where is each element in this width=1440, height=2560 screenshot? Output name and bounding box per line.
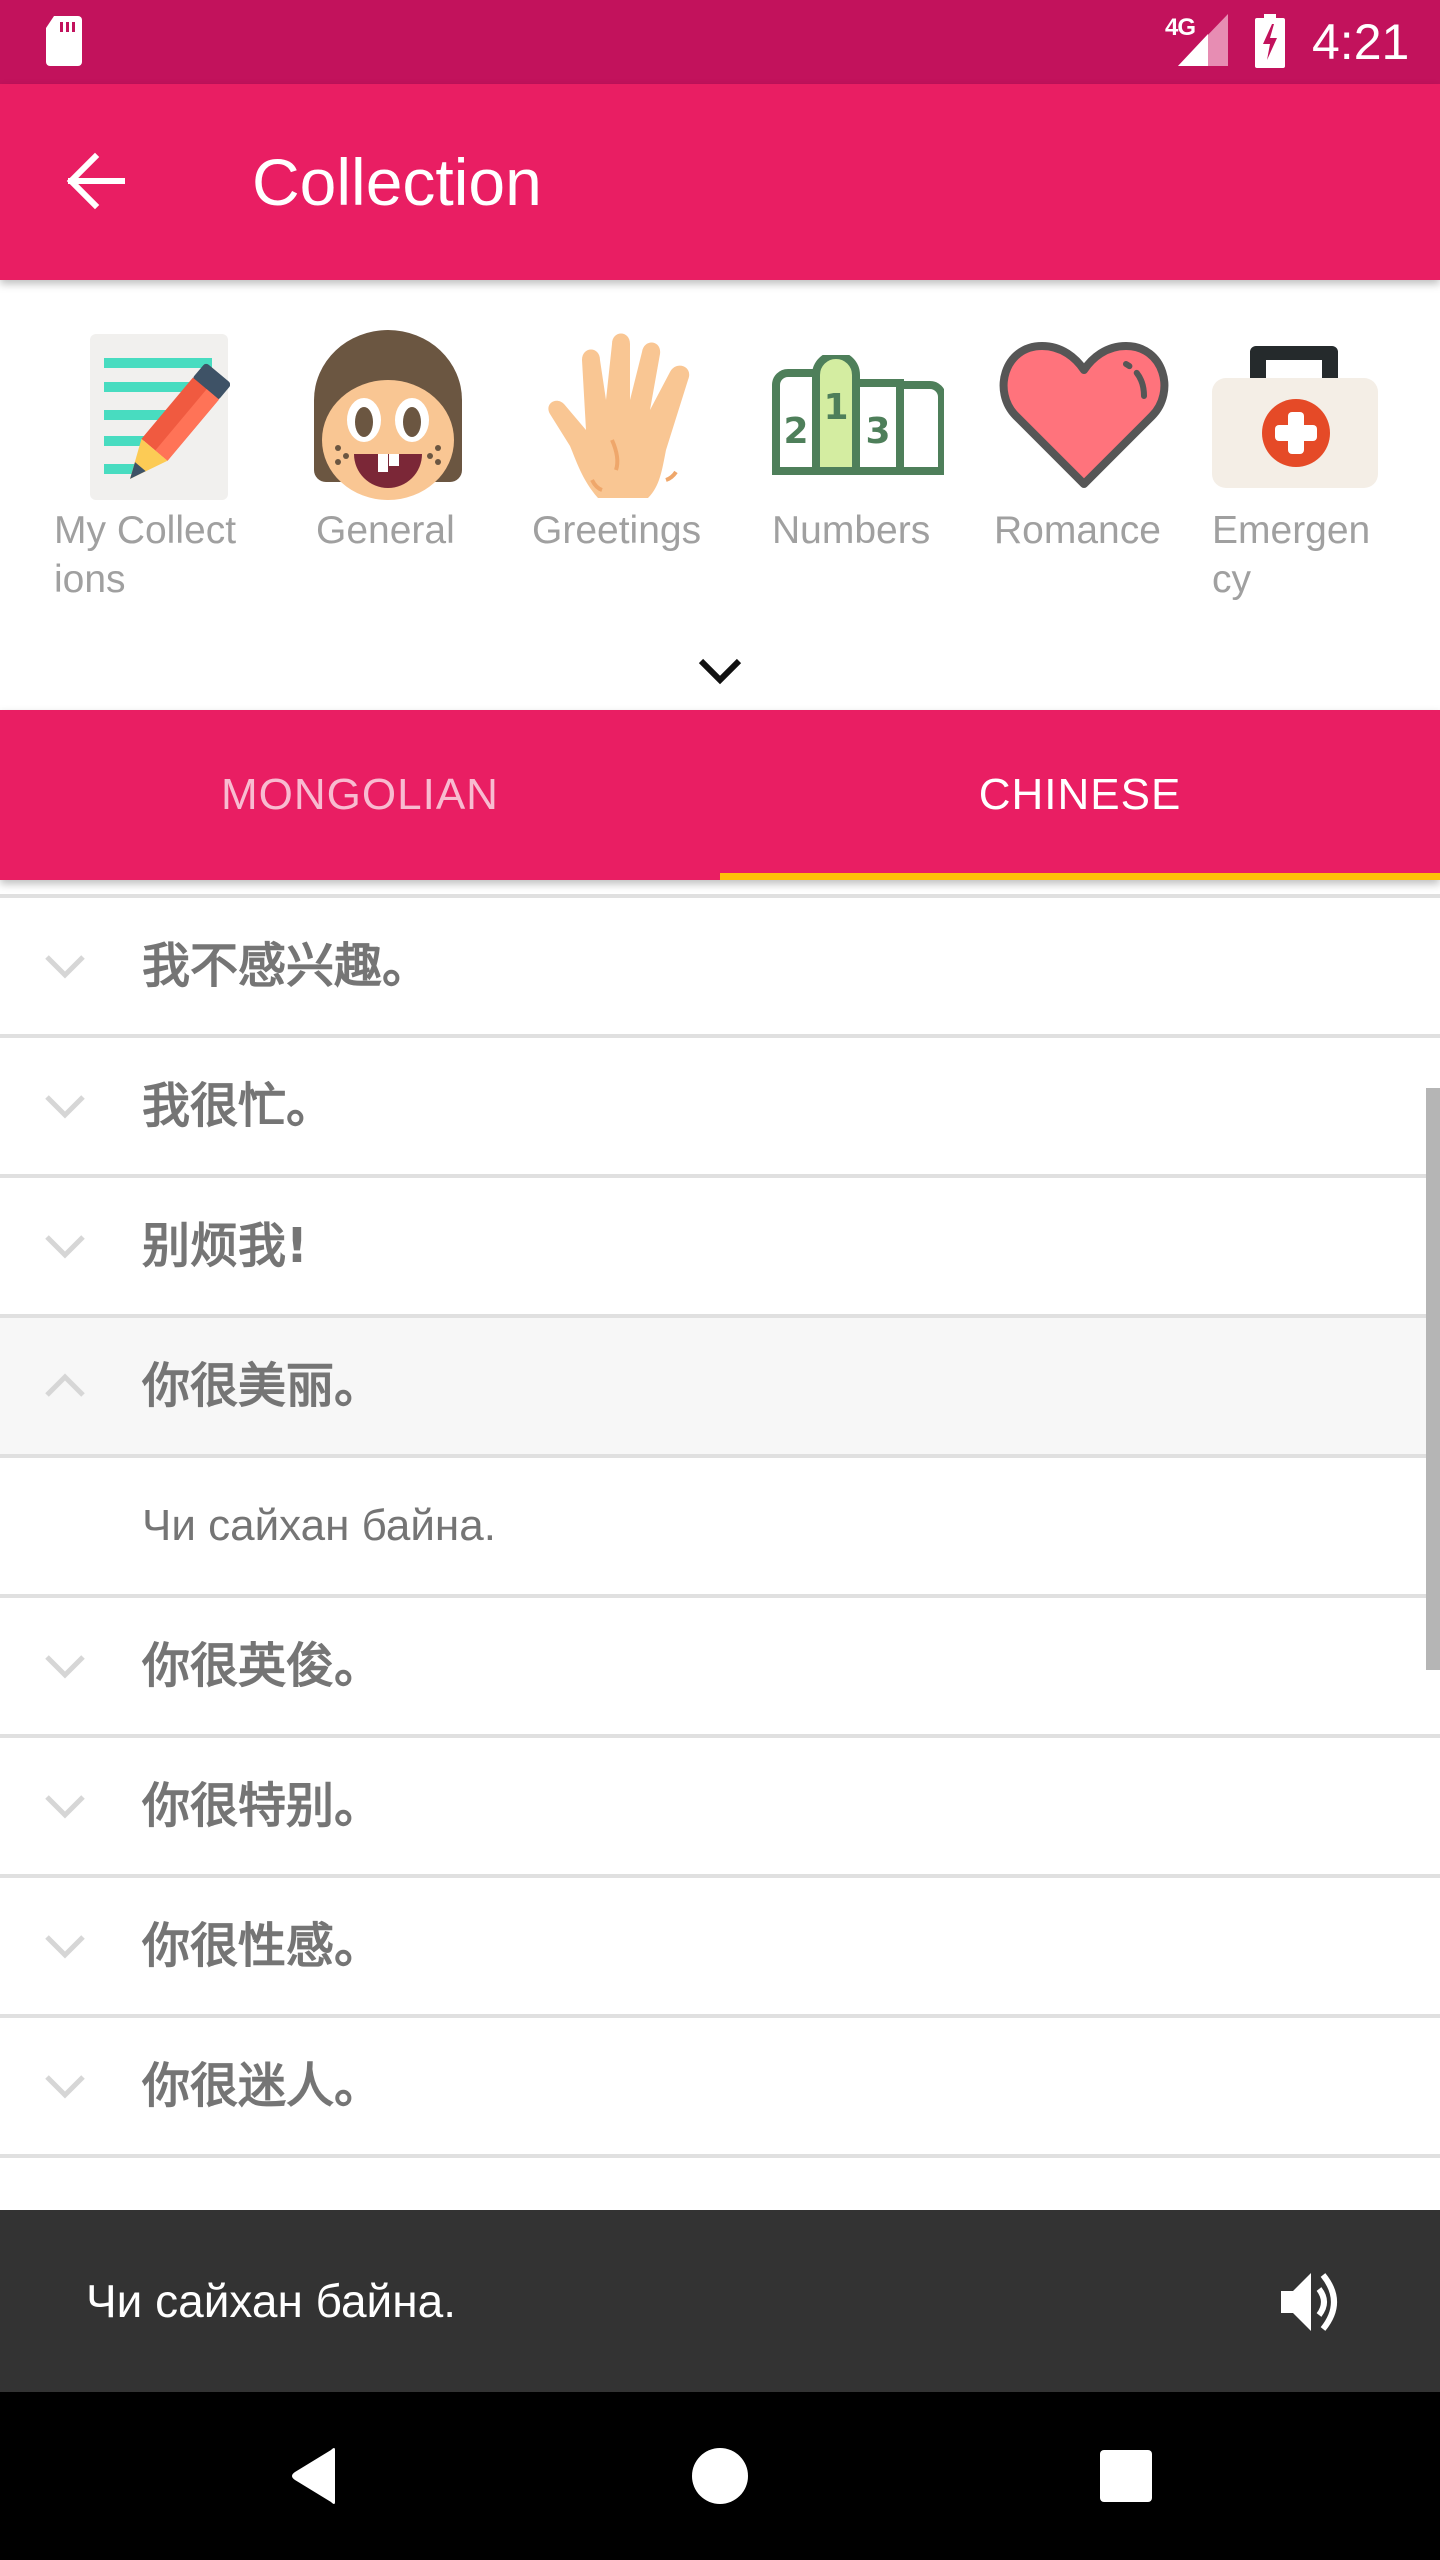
chevron-down-icon (40, 1924, 90, 1968)
chevron-down-icon (40, 1784, 90, 1828)
chevron-up-icon (40, 1364, 90, 1408)
language-tab-bar: MONGOLIAN CHINESE (0, 710, 1440, 880)
app-bar: Collection (0, 84, 1440, 280)
phrase-row[interactable]: 别烦我! (0, 1178, 1440, 1318)
svg-text:2: 2 (783, 411, 808, 452)
tab-mongolian[interactable]: MONGOLIAN (0, 710, 720, 880)
category-greetings[interactable]: Greetings (512, 280, 732, 640)
signal-icon (1178, 14, 1228, 66)
sd-card-icon (46, 16, 82, 66)
svg-text:3: 3 (865, 411, 890, 452)
category-label: Greetings (532, 509, 702, 552)
list-scrollbar[interactable] (1426, 1088, 1440, 1670)
phrase-text: 你很迷人。 (142, 2058, 383, 2114)
nav-back-button[interactable] (255, 2426, 375, 2526)
category-label: Numbers (772, 509, 931, 552)
snackbar: Чи сайхан байна. (0, 2210, 1440, 2392)
play-audio-button[interactable] (1270, 2262, 1350, 2342)
category-label: My Collect ions (54, 509, 237, 601)
snackbar-text: Чи сайхан байна. (86, 2275, 456, 2327)
phrase-text: 我很忙。 (142, 1078, 335, 1134)
phrase-row-partial[interactable] (0, 2158, 1440, 2210)
category-numbers[interactable]: 2 1 3 Numbers (748, 280, 968, 640)
phrase-list: 我不感兴趣。 我很忙。 别烦我! 你很美丽。 Чи сайхан байна. … (0, 880, 1440, 2210)
phrase-text: 你很性感。 (142, 1918, 383, 1974)
phrase-row[interactable]: 你很迷人。 (0, 2018, 1440, 2158)
face-icon (314, 330, 462, 500)
chevron-down-icon (40, 1224, 90, 1268)
translation-text: Чи сайхан байна. (142, 1501, 496, 1550)
tab-chinese[interactable]: CHINESE (720, 710, 1440, 880)
home-circle-icon (692, 2448, 748, 2504)
nav-home-button[interactable] (660, 2426, 780, 2526)
category-label: General (316, 509, 455, 552)
chevron-down-icon (40, 944, 90, 988)
category-label: Romance (994, 509, 1161, 552)
tab-indicator (720, 873, 1440, 880)
phrase-text: 别烦我! (142, 1218, 308, 1274)
category-general[interactable]: General (278, 280, 498, 640)
category-strip: My Collect ions General Greetings 2 1 3 … (0, 280, 1440, 710)
system-nav-bar (0, 2392, 1440, 2560)
phrase-row[interactable]: 你很特别。 (0, 1738, 1440, 1878)
volume-up-icon (1281, 2273, 1337, 2331)
phrase-text: 你很美丽。 (142, 1358, 383, 1414)
svg-text:1: 1 (823, 387, 848, 428)
chevron-down-icon (40, 1084, 90, 1128)
hand-wave-icon (548, 333, 690, 498)
battery-charging-icon (1255, 14, 1285, 68)
phrase-row[interactable]: 我很忙。 (0, 1038, 1440, 1178)
notepad-pencil-icon (90, 334, 230, 500)
phrase-text: 我不感兴趣。 (142, 938, 431, 994)
category-label: Emergen cy (1212, 509, 1371, 601)
chevron-down-icon (40, 1644, 90, 1688)
expand-categories-button[interactable] (680, 640, 760, 700)
category-my-collections[interactable]: My Collect ions (30, 280, 250, 640)
phrase-text: 你很特别。 (142, 1778, 383, 1834)
chevron-down-icon (40, 2064, 90, 2108)
phrase-row-expanded[interactable]: 你很美丽。 (0, 1318, 1440, 1458)
phrase-row[interactable]: 你很性感。 (0, 1878, 1440, 2018)
heart-icon (999, 342, 1169, 488)
category-emergency[interactable]: Emergen cy (1186, 280, 1406, 640)
page-title: Collection (252, 145, 542, 219)
arrow-back-icon (66, 152, 125, 210)
recents-square-icon (1100, 2450, 1152, 2502)
back-button[interactable] (50, 136, 140, 226)
status-bar: 4G 4:21 (0, 0, 1440, 84)
first-aid-kit-icon (1212, 346, 1378, 488)
phrase-row[interactable]: 你很英俊。 (0, 1598, 1440, 1738)
category-romance[interactable]: Romance (974, 280, 1194, 640)
phrase-row[interactable]: 我不感兴趣。 (0, 898, 1440, 1038)
nav-recents-button[interactable] (1066, 2426, 1186, 2526)
phrase-text: 你很英俊。 (142, 1638, 383, 1694)
back-triangle-icon (292, 2448, 335, 2504)
chevron-down-icon (698, 658, 742, 685)
clock: 4:21 (1312, 14, 1410, 70)
podium-icon: 2 1 3 (772, 355, 944, 475)
translation-row[interactable]: Чи сайхан байна. (0, 1458, 1440, 1598)
